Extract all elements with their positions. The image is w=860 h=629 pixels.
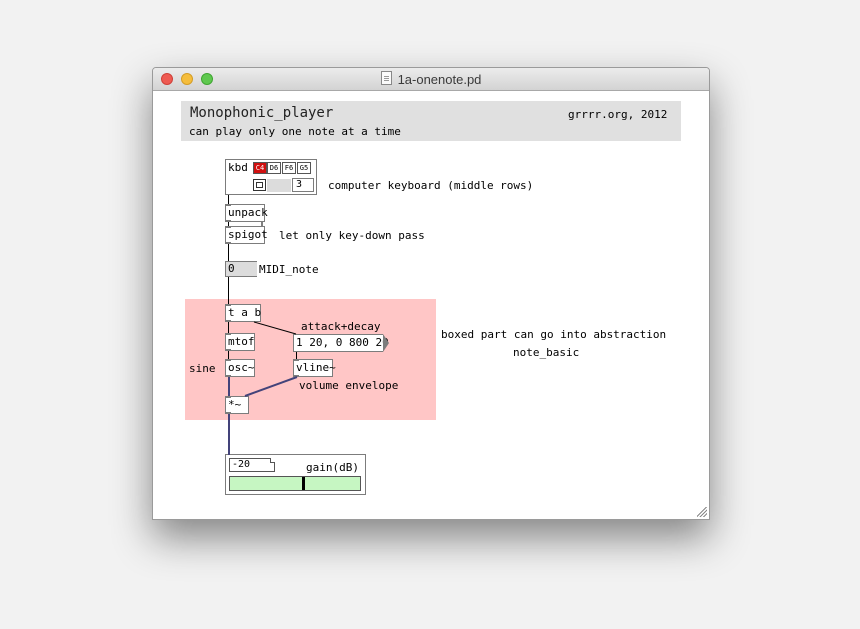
patch-window: 1a-onenote.pd Monophonic_player grrrr.or… [152, 67, 710, 520]
document-icon [380, 71, 392, 85]
patch-canvas[interactable]: Monophonic_player grrrr.org, 2012 can pl… [153, 91, 709, 519]
window-title: 1a-onenote.pd [397, 72, 482, 87]
resize-grip-icon[interactable] [697, 507, 707, 517]
window-title-group: 1a-onenote.pd [153, 71, 709, 87]
cord-trigger-message [253, 321, 297, 335]
cord-vline-multiply [244, 376, 298, 397]
title-bar[interactable]: 1a-onenote.pd [153, 68, 709, 91]
patch-cords [228, 195, 298, 455]
